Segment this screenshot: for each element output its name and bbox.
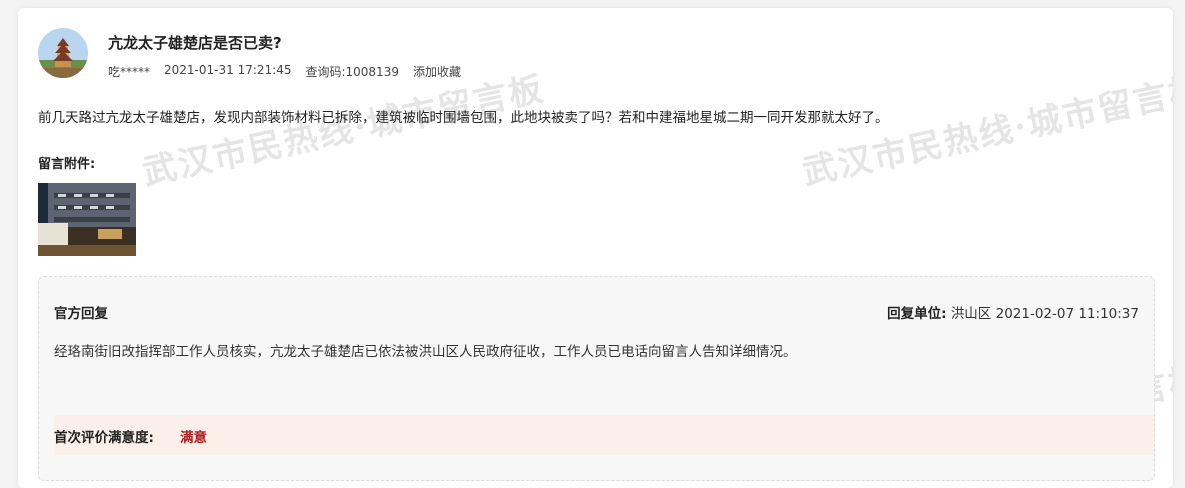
query-code: 查询码:1008139 [305, 63, 399, 80]
post-datetime: 2021-01-31 17:21:45 [164, 63, 292, 77]
satisfaction-evaluation: 首次评价满意度: 满意 [54, 415, 1154, 455]
reply-unit: 回复单位: 洪山区 2021-02-07 11:10:37 [887, 302, 1139, 322]
reply-unit-label: 回复单位: [887, 306, 947, 322]
reply-title: 官方回复 [54, 306, 108, 322]
avatar [38, 28, 88, 78]
satisfaction-label: 首次评价满意度: [54, 430, 154, 446]
message-card: 武汉市民热线·城市留言板 武汉市民热线·城市留言板 武汉市民热线·城市留言板 武… [18, 8, 1173, 488]
author-name: 吃***** [108, 65, 151, 79]
attachment-thumbnail[interactable] [38, 183, 136, 256]
attachment-label: 留言附件: [38, 157, 96, 172]
add-favorite-link[interactable]: 添加收藏 [413, 63, 461, 80]
query-code-value: 1008139 [345, 65, 399, 79]
query-code-label: 查询码: [305, 65, 346, 79]
reply-datetime: 2021-02-07 11:10:37 [995, 306, 1139, 322]
reply-unit-name: 洪山区 [950, 306, 992, 322]
post-content: 前几天路过亢龙太子雄楚店，发现内部装饰材料已拆除，建筑被临时围墙包围，此地块被卖… [38, 110, 889, 126]
post-title: 亢龙太子雄楚店是否已卖? [108, 34, 282, 52]
satisfaction-value: 满意 [180, 430, 207, 446]
reply-content: 经珞南街旧改指挥部工作人员核实，亢龙太子雄楚店已依法被洪山区人民政府征收，工作人… [54, 344, 797, 360]
post-meta: 吃***** 2021-01-31 17:21:45 查询码:1008139 添… [108, 63, 461, 80]
official-reply: 官方回复 回复单位: 洪山区 2021-02-07 11:10:37 经珞南街旧… [38, 276, 1155, 481]
